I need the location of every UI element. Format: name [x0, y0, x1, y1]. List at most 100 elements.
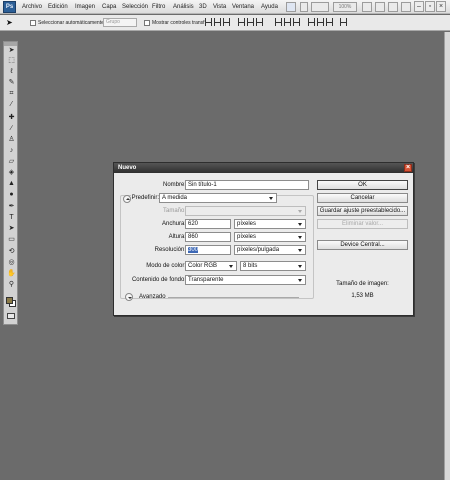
background-content-dropdown[interactable]: Transparente — [185, 275, 306, 285]
ok-button[interactable]: OK — [317, 180, 408, 190]
view-extras-icon[interactable] — [311, 2, 329, 12]
paint-bucket-tool-icon[interactable]: ◈ — [7, 169, 16, 177]
width-input[interactable]: 620 — [185, 219, 231, 229]
chevron-down-icon — [268, 195, 275, 201]
hand-tool-icon[interactable] — [362, 2, 372, 12]
distribute-bottom-icon[interactable] — [293, 18, 300, 26]
preset-dropdown[interactable]: A medida — [159, 193, 277, 203]
zoom-tool-icon[interactable] — [375, 2, 385, 12]
history-brush-tool-icon[interactable]: ♪ — [7, 147, 16, 155]
arrange-documents-icon[interactable] — [401, 2, 411, 12]
quick-mask-icon[interactable] — [7, 313, 15, 319]
align-right-icon[interactable] — [255, 18, 263, 26]
align-vcenter-icon[interactable] — [214, 18, 221, 26]
path-selection-tool-icon[interactable]: ➤ — [7, 225, 16, 233]
bit-depth-value: 8 bits — [243, 263, 258, 269]
dialog-title-bar[interactable]: Nuevo × — [114, 163, 413, 173]
menu-analisis[interactable]: Análisis — [173, 4, 194, 10]
clone-stamp-tool-icon[interactable]: ♙ — [7, 136, 16, 144]
marquee-tool-icon[interactable]: ⬚ — [7, 57, 16, 65]
zoom-level-dropdown[interactable]: 100% — [333, 2, 357, 12]
move-tool-preset-icon[interactable]: ➤ — [6, 17, 20, 28]
3d-orbit-tool-icon[interactable]: ◎ — [7, 259, 16, 267]
chevron-down-icon — [297, 208, 304, 214]
resolution-input[interactable]: 300 — [185, 245, 231, 255]
chevron-down-icon — [297, 263, 304, 269]
transform-controls-checkbox[interactable] — [144, 20, 150, 26]
align-top-icon[interactable] — [205, 18, 212, 26]
healing-brush-tool-icon[interactable]: ✚ — [7, 114, 16, 122]
preset-value: A medida — [162, 195, 188, 201]
background-content-label: Contenido de fondo: — [131, 277, 186, 283]
eyedropper-tool-icon[interactable]: ⁄ — [7, 101, 16, 109]
dialog-close-icon[interactable]: × — [404, 164, 412, 172]
align-left-icon[interactable] — [237, 18, 245, 26]
bridge-icon[interactable] — [286, 2, 296, 12]
preset-collapse-icon[interactable] — [123, 195, 131, 203]
zoom-tool-icon[interactable]: ⚲ — [7, 281, 16, 289]
chevron-down-icon — [297, 277, 304, 283]
restore-icon[interactable]: ▫ — [425, 1, 435, 12]
move-tool-icon[interactable]: ➤ — [7, 47, 16, 55]
pen-tool-icon[interactable]: ✒ — [7, 203, 16, 211]
new-document-dialog: Nuevo × Nombre: Sin título-1 Predefinir:… — [113, 162, 414, 316]
dodge-tool-icon[interactable]: ● — [7, 191, 16, 199]
crop-tool-icon[interactable]: ⌗ — [7, 90, 16, 98]
height-input[interactable]: 860 — [185, 232, 231, 242]
eraser-tool-icon[interactable]: ▱ — [7, 158, 16, 166]
size-label: Tamaño: — [162, 208, 186, 214]
name-input[interactable]: Sin título-1 — [185, 180, 309, 190]
distribute-hcenter-icon[interactable] — [316, 18, 324, 26]
color-mode-dropdown[interactable]: Color RGB — [185, 261, 237, 271]
menu-capa[interactable]: Capa — [102, 4, 116, 10]
height-unit-dropdown[interactable]: píxeles — [234, 232, 306, 242]
bit-depth-dropdown[interactable]: 8 bits — [240, 261, 306, 271]
align-bottom-icon[interactable] — [223, 18, 230, 26]
right-panel-edge — [444, 32, 450, 480]
brush-tool-icon[interactable]: ∕ — [7, 125, 16, 133]
distribute-right-icon[interactable] — [325, 18, 333, 26]
device-central-button[interactable]: Device Central... — [317, 240, 408, 250]
cancel-button[interactable]: Cancelar — [317, 193, 408, 203]
distribute-left-icon[interactable] — [307, 18, 315, 26]
hand-tool-icon[interactable]: ✋ — [7, 270, 16, 278]
menu-imagen[interactable]: Imagen — [75, 4, 95, 10]
menu-seleccion[interactable]: Selección — [122, 4, 148, 10]
lasso-tool-icon[interactable]: ℓ — [7, 68, 16, 76]
align-hcenter-icon[interactable] — [246, 18, 254, 26]
auto-align-icon[interactable] — [340, 18, 348, 26]
menu-archivo[interactable]: Archivo — [22, 4, 42, 10]
auto-select-checkbox[interactable] — [30, 20, 36, 26]
save-preset-button[interactable]: Guardar ajuste preestablecido... — [317, 206, 408, 216]
auto-select-dropdown[interactable]: Grupo — [103, 18, 137, 27]
rotate-view-icon[interactable] — [388, 2, 398, 12]
type-tool-icon[interactable]: T — [7, 214, 16, 222]
advanced-label[interactable]: Avanzado — [139, 294, 166, 300]
photoshop-logo: Ps — [3, 1, 16, 13]
distribute-top-icon[interactable] — [275, 18, 282, 26]
close-app-icon[interactable]: × — [436, 1, 446, 12]
menu-filtro[interactable]: Filtro — [152, 4, 165, 10]
delete-preset-button: Eliminar valor... — [317, 219, 408, 229]
width-unit-value: píxeles — [237, 221, 257, 227]
menu-ventana[interactable]: Ventana — [232, 4, 254, 10]
3d-rotate-tool-icon[interactable]: ⟲ — [7, 248, 16, 256]
resolution-value: 300 — [188, 247, 199, 253]
quick-selection-tool-icon[interactable]: ✎ — [7, 79, 16, 87]
background-content-value: Transparente — [188, 277, 224, 283]
tools-panel-grip[interactable] — [4, 42, 17, 46]
menu-ayuda[interactable]: Ayuda — [261, 4, 278, 10]
distribute-vcenter-icon[interactable] — [284, 18, 291, 26]
menu-3d[interactable]: 3D — [199, 4, 207, 10]
foreground-color-swatch[interactable] — [6, 297, 13, 304]
advanced-expand-icon[interactable] — [125, 293, 133, 301]
minimize-icon[interactable]: – — [414, 1, 424, 12]
resolution-unit-dropdown[interactable]: píxeles/pulgada — [234, 245, 306, 255]
blur-tool-icon[interactable]: ▲ — [7, 180, 16, 188]
shape-tool-icon[interactable]: ▭ — [7, 236, 16, 244]
menu-vista[interactable]: Vista — [213, 4, 226, 10]
minibridge-icon[interactable] — [300, 2, 308, 12]
options-bar: ➤ Seleccionar automáticamente: Grupo Mos… — [0, 15, 450, 31]
width-unit-dropdown[interactable]: píxeles — [234, 219, 306, 229]
menu-edicion[interactable]: Edición — [48, 4, 68, 10]
